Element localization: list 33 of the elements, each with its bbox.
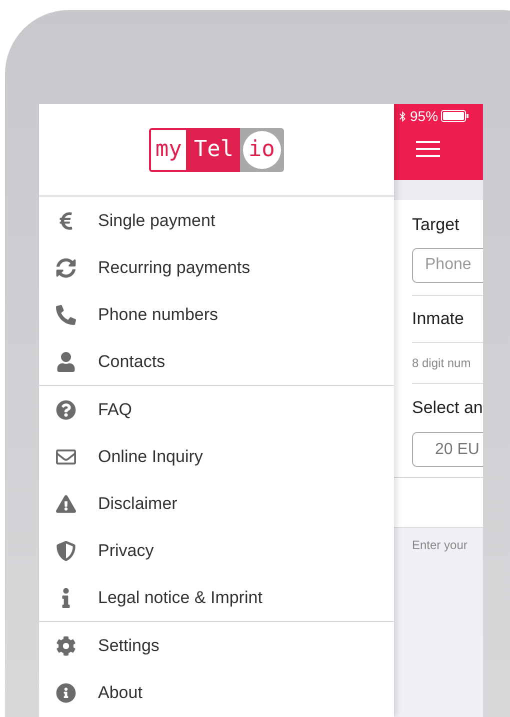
logo-text: io xyxy=(242,130,281,168)
field-label: Select an xyxy=(412,396,483,418)
menu-item[interactable]: FAQ xyxy=(39,386,394,433)
menu-item[interactable]: Privacy xyxy=(39,527,394,574)
menu-item[interactable]: About xyxy=(39,669,394,716)
menu-button[interactable] xyxy=(416,140,440,158)
battery-icon xyxy=(441,110,470,122)
battery-level: 95% xyxy=(410,106,438,126)
bluetooth-icon xyxy=(398,110,407,122)
shield-icon xyxy=(56,540,76,560)
menu-item[interactable]: Disclaimer xyxy=(39,480,394,527)
help-icon xyxy=(56,400,76,420)
envelope-icon xyxy=(56,446,76,466)
menu-item[interactable]: Phone numbers xyxy=(39,291,394,338)
menu-item[interactable]: Settings xyxy=(39,622,394,669)
settings-icon xyxy=(56,636,76,656)
phone-icon xyxy=(56,304,76,324)
menu-item[interactable]: Online Inquiry xyxy=(39,433,394,480)
menu-item[interactable]: Recurring payments xyxy=(39,244,394,291)
user-icon xyxy=(56,352,76,372)
hint-text: 8 digit num xyxy=(412,342,483,384)
field-label: Inmate xyxy=(412,296,483,342)
logo-text: my xyxy=(149,128,188,172)
hint-text: Enter your xyxy=(411,537,468,554)
amount-select[interactable]: 20 EU xyxy=(412,432,483,467)
refresh-icon xyxy=(56,258,76,278)
menu-item[interactable]: Legal notice & Imprint xyxy=(39,574,394,621)
warning-icon xyxy=(56,494,76,514)
logo-text: Tel xyxy=(188,128,240,172)
field-label: Target xyxy=(412,214,460,236)
info-icon xyxy=(56,682,76,702)
menu-item[interactable]: Contacts xyxy=(39,338,394,385)
menu-item[interactable]: Single payment xyxy=(39,197,394,244)
